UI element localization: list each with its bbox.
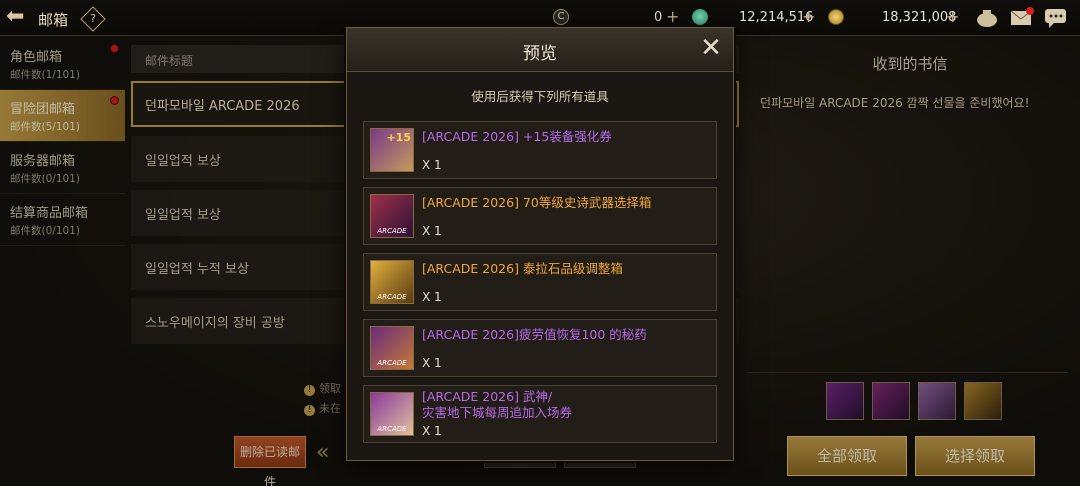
item-name: [ARCADE 2026] 武神/ 灾害地下城每周追加入场券 [422,389,573,420]
currency-1-value: 0 [654,10,663,25]
reward-item[interactable]: ARCADE [ARCADE 2026] 泰拉石品级调整箱 X 1 [363,253,717,311]
item-qty: X 1 [422,224,442,238]
help-button[interactable]: ? [80,6,106,32]
add-currency-3-button[interactable]: + [946,7,959,26]
mail-icon[interactable] [1010,7,1034,29]
item-name: [ARCADE 2026] 泰拉石品级调整箱 [422,261,623,276]
item-badge: ARCADE [377,425,407,433]
reward-item[interactable]: ARCADE [ARCADE 2026]疲劳值恢复100 的秘药 X 1 [363,319,717,377]
item-qty: X 1 [422,424,442,438]
reward-item[interactable]: ARCADE [ARCADE 2026] 武神/ 灾害地下城每周追加入场券 X … [363,385,717,443]
reward-item[interactable]: ARCADE [ARCADE 2026] 70等级史诗武器选择箱 X 1 [363,187,717,245]
gold-coin-icon [828,9,844,25]
item-badge: +15 [386,131,411,144]
back-arrow-icon[interactable]: ⬅ [6,6,30,29]
page-title: 邮箱 [38,11,69,29]
item-badge: ARCADE [377,293,407,301]
close-icon[interactable]: ✕ [697,35,725,63]
item-name: [ARCADE 2026]疲劳值恢复100 的秘药 [422,327,647,342]
chat-icon[interactable] [1044,7,1068,29]
gem-icon [692,9,708,25]
weapon-box-icon: ARCADE [370,194,414,238]
modal-header: 预览 ✕ [347,28,733,72]
mailbox-screen: ⬅ 邮箱 ? C 0 + 12,214,516 + 18,321,008 + 角… [0,0,1080,486]
question-icon: ? [90,12,96,25]
modal-subtitle: 使用后获得下列所有道具 [471,89,609,104]
potion-icon: ARCADE [370,326,414,370]
item-qty: X 1 [422,158,442,172]
add-currency-1-button[interactable]: + [666,7,679,26]
enhance-ticket-icon: +15 [370,128,414,172]
reward-item[interactable]: +15 [ARCADE 2026] +15装备强化券 X 1 [363,121,717,179]
tera-stone-box-icon: ARCADE [370,260,414,304]
preview-modal: 预览 ✕ 使用后获得下列所有道具 +15 [ARCADE 2026] +15装备… [346,27,734,461]
item-qty: X 1 [422,290,442,304]
coin-c-icon: C [553,9,569,25]
item-badge: ARCADE [377,359,407,367]
item-name: [ARCADE 2026] +15装备强化券 [422,129,612,144]
dungeon-ticket-icon: ARCADE [370,392,414,436]
item-qty: X 1 [422,356,442,370]
bag-icon[interactable] [975,7,999,29]
item-badge: ARCADE [377,227,407,235]
item-name: [ARCADE 2026] 70等级史诗武器选择箱 [422,195,652,210]
modal-title: 预览 [523,44,557,64]
add-currency-2-button[interactable]: + [802,7,815,26]
